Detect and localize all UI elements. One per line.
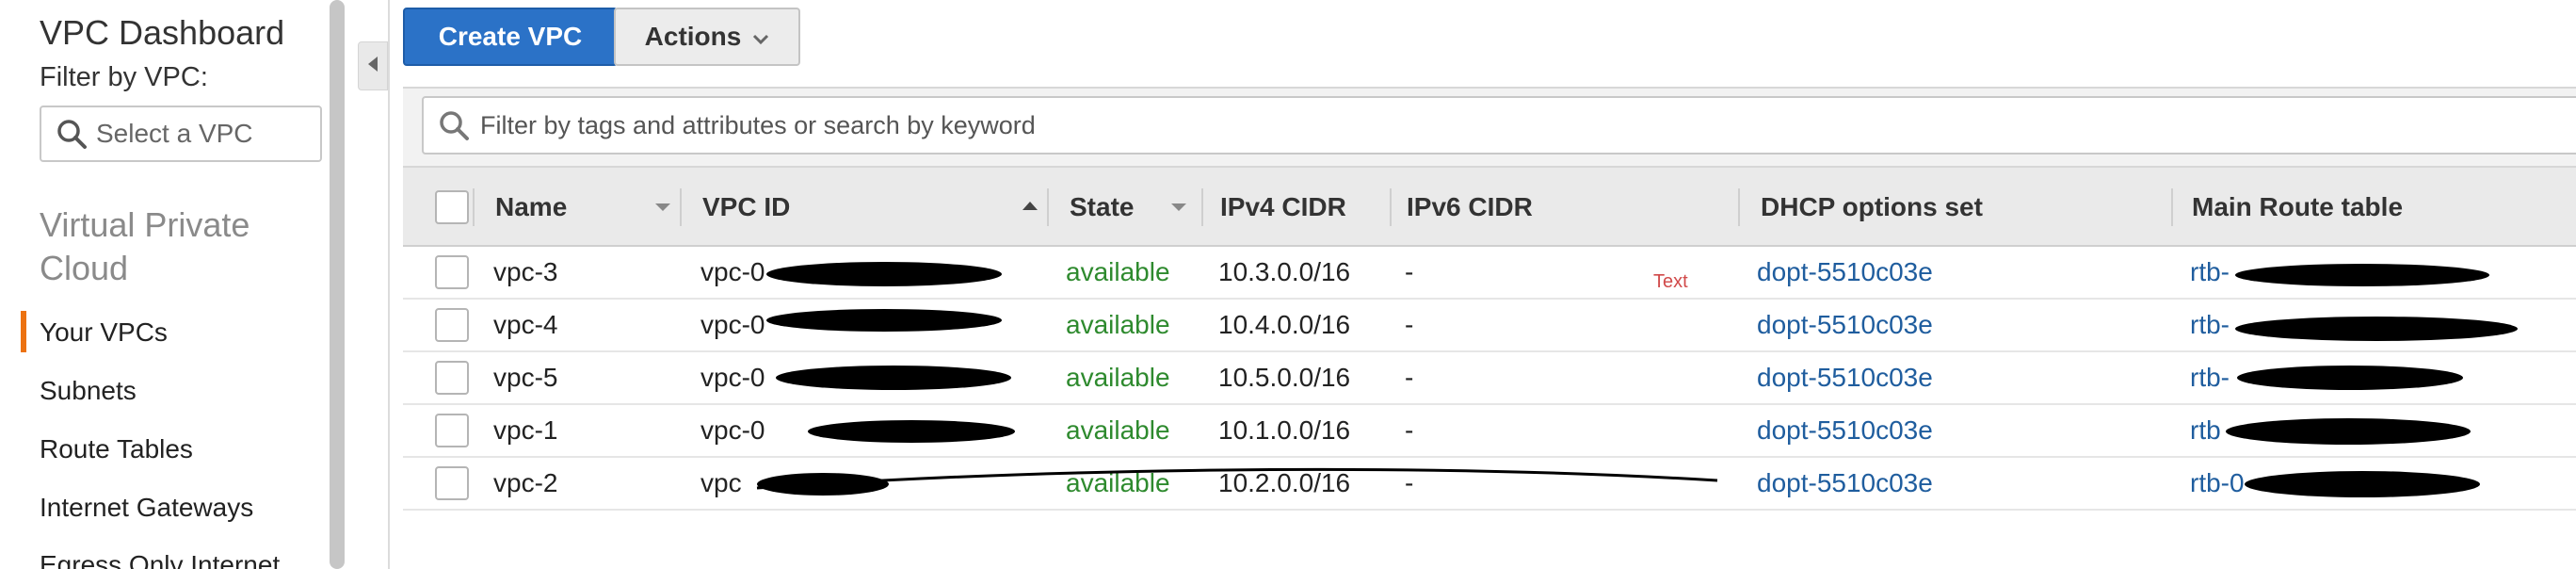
redaction-mark [2237, 366, 2463, 390]
redaction-mark [2235, 317, 2518, 341]
cell-name: vpc-1 [493, 415, 558, 445]
stray-annotation-text: Text [1653, 271, 1688, 292]
cell-state: available [1066, 257, 1170, 286]
sidebar-scrollbar[interactable] [330, 0, 345, 569]
redaction-mark [808, 420, 1015, 443]
cell-name: vpc-4 [493, 310, 558, 339]
cell-route-table-link[interactable]: rtb- [2190, 300, 2230, 350]
sidebar-item-route-tables[interactable]: Route Tables [0, 420, 331, 479]
vpc-console: VPC Dashboard Filter by VPC: Select a VP… [0, 0, 2576, 569]
table-row[interactable]: vpc-3 vpc-0 available 10.3.0.0/16 - dopt… [403, 247, 2576, 300]
sidebar-title[interactable]: VPC Dashboard [40, 13, 284, 53]
table-row[interactable]: vpc-1 vpc-0 available 10.1.0.0/16 - dopt… [403, 405, 2576, 458]
redaction-mark [2235, 264, 2489, 286]
cell-name: vpc-3 [493, 257, 558, 286]
cell-vpc-id[interactable]: vpc-0 [700, 300, 765, 350]
search-icon [433, 105, 475, 146]
cell-ipv6-cidr: - [1405, 363, 1414, 392]
cell-state: available [1066, 363, 1170, 392]
chevron-down-icon [752, 22, 769, 52]
column-header-dhcp-options-set[interactable]: DHCP options set [1740, 168, 2173, 247]
create-vpc-button[interactable]: Create VPC [403, 8, 618, 66]
cell-ipv4-cidr: 10.5.0.0/16 [1218, 363, 1351, 392]
cell-ipv6-cidr: - [1405, 257, 1414, 286]
search-input[interactable]: Filter by tags and attributes or search … [422, 96, 2576, 154]
column-header-state[interactable]: State [1049, 168, 1203, 247]
cell-name: vpc-5 [493, 363, 558, 392]
cell-state: available [1066, 310, 1170, 339]
column-header-ipv4-label: IPv4 CIDR [1220, 192, 1346, 221]
row-checkbox[interactable] [435, 255, 469, 289]
table-row[interactable]: vpc-5 vpc-0 available 10.5.0.0/16 - dopt… [403, 352, 2576, 405]
sidebar-nav: Your VPCs Subnets Route Tables Internet … [0, 303, 331, 569]
column-header-main-route-table[interactable]: Main Route table [2173, 168, 2576, 247]
cell-ipv4-cidr: 10.1.0.0/16 [1218, 415, 1351, 445]
cell-route-table-link[interactable]: rtb [2190, 405, 2221, 456]
cell-vpc-id[interactable]: vpc-0 [700, 247, 765, 298]
vpc-select-placeholder: Select a VPC [96, 119, 253, 148]
cell-dhcp-link[interactable]: dopt-5510c03e [1757, 458, 1933, 509]
cell-route-table-link[interactable]: rtb- [2190, 352, 2230, 403]
vpc-select[interactable]: Select a VPC [40, 106, 322, 162]
column-header-ipv6-label: IPv6 CIDR [1407, 192, 1533, 221]
sort-down-icon [1171, 203, 1186, 211]
row-checkbox[interactable] [435, 308, 469, 342]
cell-dhcp-link[interactable]: dopt-5510c03e [1757, 247, 1933, 298]
cell-route-table-link[interactable]: rtb- [2190, 247, 2230, 298]
search-icon [51, 113, 92, 154]
chevron-left-icon [366, 56, 379, 77]
cell-dhcp-link[interactable]: dopt-5510c03e [1757, 300, 1933, 350]
scribble-line [756, 467, 1718, 490]
row-checkbox[interactable] [435, 466, 469, 500]
cell-ipv4-cidr: 10.4.0.0/16 [1218, 310, 1351, 339]
cell-route-table-link[interactable]: rtb-0 [2190, 458, 2245, 509]
main-content: Create VPC Actions Filter by tags and at… [390, 0, 2576, 569]
cell-vpc-id[interactable]: vpc-0 [700, 352, 765, 403]
column-header-route-label: Main Route table [2192, 192, 2404, 221]
table-row[interactable]: vpc-4 vpc-0 available 10.4.0.0/16 - dopt… [403, 300, 2576, 352]
redaction-mark [766, 262, 1002, 286]
column-header-state-label: State [1070, 192, 1135, 221]
cell-name: vpc-2 [493, 468, 558, 497]
column-header-ipv4-cidr[interactable]: IPv4 CIDR [1203, 168, 1392, 247]
column-header-vpc-id-label: VPC ID [702, 192, 791, 221]
row-checkbox[interactable] [435, 414, 469, 447]
redaction-mark [2226, 418, 2471, 445]
sidebar-item-subnets[interactable]: Subnets [0, 362, 331, 420]
sort-down-icon [655, 203, 670, 211]
cell-vpc-id[interactable]: vpc [700, 458, 742, 509]
sidebar-section-title: Virtual Private Cloud [40, 205, 250, 287]
cell-ipv6-cidr: - [1405, 310, 1414, 339]
row-checkbox[interactable] [435, 361, 469, 395]
sidebar-item-internet-gateways[interactable]: Internet Gateways [0, 479, 331, 537]
column-header-name[interactable]: Name [475, 168, 682, 247]
actions-button[interactable]: Actions [614, 8, 800, 66]
redaction-mark [2245, 471, 2480, 497]
column-header-dhcp-label: DHCP options set [1761, 192, 1983, 221]
sidebar-item-egress-only-internet-gateways[interactable]: Egress Only Internet [0, 537, 331, 569]
sidebar: VPC Dashboard Filter by VPC: Select a VP… [0, 0, 331, 569]
cell-state: available [1066, 415, 1170, 445]
column-header-name-label: Name [495, 192, 568, 221]
search-placeholder: Filter by tags and attributes or search … [480, 110, 1036, 139]
collapse-sidebar-button[interactable] [358, 41, 388, 90]
cell-ipv6-cidr: - [1405, 415, 1414, 445]
cell-ipv4-cidr: 10.3.0.0/16 [1218, 257, 1351, 286]
redaction-mark [766, 309, 1002, 332]
actions-label: Actions [644, 22, 742, 51]
redaction-mark [776, 366, 1011, 390]
cell-dhcp-link[interactable]: dopt-5510c03e [1757, 352, 1933, 403]
column-header-vpc-id[interactable]: VPC ID [682, 168, 1049, 247]
sort-up-icon [1022, 202, 1038, 210]
sidebar-item-your-vpcs[interactable]: Your VPCs [0, 303, 331, 362]
select-all-checkbox[interactable] [435, 190, 469, 224]
filter-by-vpc-label: Filter by VPC: [40, 62, 208, 92]
cell-dhcp-link[interactable]: dopt-5510c03e [1757, 405, 1933, 456]
table-header: Name VPC ID State IPv4 CIDR IPv6 CIDR DH… [403, 166, 2576, 247]
column-header-ipv6-cidr[interactable]: IPv6 CIDR [1392, 168, 1740, 247]
cell-vpc-id[interactable]: vpc-0 [700, 405, 765, 456]
